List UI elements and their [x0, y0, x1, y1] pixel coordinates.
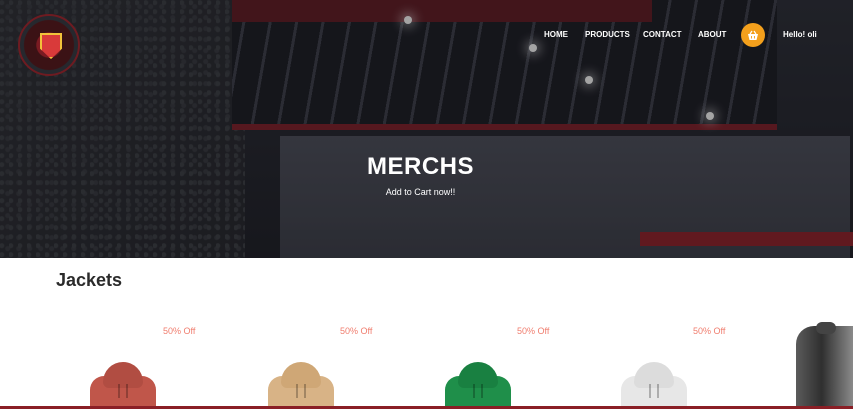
nav-home[interactable]: HOME	[544, 30, 568, 39]
top-nav: HOME PRODUCTS CONTACT ABOUT	[0, 29, 853, 43]
hero-subtitle: Add to Cart now!!	[385, 187, 456, 197]
discount-badge: 50% Off	[693, 326, 726, 336]
basket-icon	[748, 30, 758, 40]
discount-badge: 50% Off	[163, 326, 196, 336]
product-image-jacket[interactable]	[445, 362, 511, 409]
discount-badge: 50% Off	[340, 326, 373, 336]
discount-badge: 50% Off	[517, 326, 550, 336]
product-image-jacket[interactable]	[268, 362, 334, 409]
cart-button[interactable]	[741, 23, 765, 47]
user-greeting[interactable]: Hello! oli	[783, 30, 817, 39]
nav-contact[interactable]: CONTACT	[643, 30, 682, 39]
section-title: Jackets	[56, 270, 123, 290]
hero-banner: HOME PRODUCTS CONTACT ABOUT Hello! oli M…	[0, 0, 853, 258]
product-image-jacket[interactable]	[621, 362, 687, 409]
product-image-jacket[interactable]	[90, 362, 156, 409]
university-logo[interactable]	[18, 14, 80, 76]
nav-about[interactable]: ABOUT	[698, 30, 726, 39]
product-image-mannequin[interactable]	[796, 322, 853, 409]
nav-products[interactable]: PRODUCTS	[585, 30, 630, 39]
hero-title: MERCHS	[366, 153, 474, 180]
